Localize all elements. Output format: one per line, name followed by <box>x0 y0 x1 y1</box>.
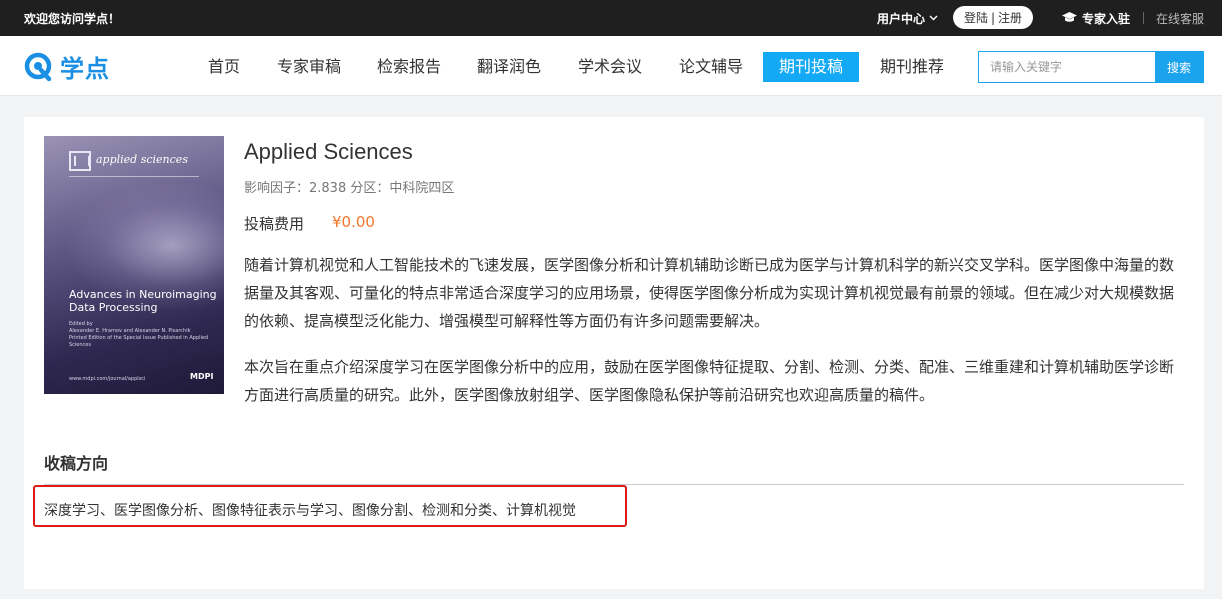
auth-pill: 登陆 | 注册 <box>953 6 1033 29</box>
cover-title: Advances in Neuroimaging Data Processing <box>69 288 217 314</box>
top-bar: 欢迎您访问学点！ 用户中心 登陆 | 注册 专家入驻 在线客服 <box>0 0 1222 36</box>
chevron-down-icon <box>929 14 938 24</box>
logo-q-icon <box>24 52 52 81</box>
main-header: 学点 首页 专家审稿 检索报告 翻译润色 学术会议 论文辅导 期刊投稿 期刊推荐… <box>0 36 1222 96</box>
nav-academic-conference[interactable]: 学术会议 <box>578 52 642 82</box>
cover-subtitle: Printed Edition of the Special Issue Pub… <box>69 335 209 348</box>
cover-editors-label: Edited by <box>69 321 93 327</box>
expert-join-link[interactable]: 专家入驻 <box>1062 10 1130 27</box>
journal-cover-image: applied sciences Advances in Neuroimagin… <box>44 136 224 394</box>
search-input[interactable] <box>979 52 1155 82</box>
nav-journal-submission[interactable]: 期刊投稿 <box>763 52 860 82</box>
scope-heading: 收稿方向 <box>44 454 109 473</box>
nav-translation-editing[interactable]: 翻译润色 <box>477 52 541 82</box>
search-button[interactable]: 搜索 <box>1155 52 1203 82</box>
logo-text: 学点 <box>60 55 110 83</box>
submission-fee: 投稿费用 ¥0.00 <box>244 213 375 234</box>
user-center-menu[interactable]: 用户中心 <box>877 10 938 27</box>
graduation-cap-icon <box>1062 11 1077 26</box>
fee-label: 投稿费用 <box>244 215 305 233</box>
cover-url: www.mdpi.com/journal/applsci <box>69 376 146 382</box>
nav-paper-tutoring[interactable]: 论文辅导 <box>679 52 743 82</box>
online-service-link[interactable]: 在线客服 <box>1156 10 1204 27</box>
journal-meta: 影响因子：2.838 分区：中科院四区 <box>244 181 455 196</box>
journal-title: Applied Sciences <box>244 139 413 164</box>
nav-journal-recommendation[interactable]: 期刊推荐 <box>880 52 944 82</box>
site-logo[interactable]: 学点 <box>24 49 110 84</box>
auth-separator: | <box>990 10 996 25</box>
register-link[interactable]: 注册 <box>998 9 1022 26</box>
welcome-text: 欢迎您访问学点！ <box>24 12 121 26</box>
topbar-divider <box>1143 12 1144 24</box>
journal-description-1: 随着计算机视觉和人工智能技术的飞速发展，医学图像分析和计算机辅助诊断已成为医学与… <box>244 256 1175 330</box>
expert-join-label: 专家入驻 <box>1082 12 1131 26</box>
search-box: 搜索 <box>978 51 1204 83</box>
cover-publisher: MDPI <box>190 372 214 381</box>
nav-home[interactable]: 首页 <box>208 52 240 82</box>
cover-brand: applied sciences <box>96 153 188 166</box>
scope-topics: 深度学习、医学图像分析、图像特征表示与学习、图像分割、检测和分类、计算机视觉 <box>44 503 576 519</box>
user-center-label: 用户中心 <box>877 12 926 26</box>
login-link[interactable]: 登陆 <box>964 9 988 26</box>
cover-rule <box>69 176 199 177</box>
journal-description-2: 本次旨在重点介绍深度学习在医学图像分析中的应用，鼓励在医学图像特征提取、分割、检… <box>244 358 1175 404</box>
cover-editors-block: Edited by Alexander E. Hramov and Alexan… <box>69 321 219 349</box>
fee-value: ¥0.00 <box>332 213 375 231</box>
journal-card: applied sciences Advances in Neuroimagin… <box>24 117 1204 589</box>
nav-search-report[interactable]: 检索报告 <box>377 52 441 82</box>
cover-editors: Alexander E. Hramov and Alexander N. Pis… <box>69 328 191 334</box>
cover-logo-icon <box>69 151 91 171</box>
nav-expert-review[interactable]: 专家审稿 <box>277 52 341 82</box>
